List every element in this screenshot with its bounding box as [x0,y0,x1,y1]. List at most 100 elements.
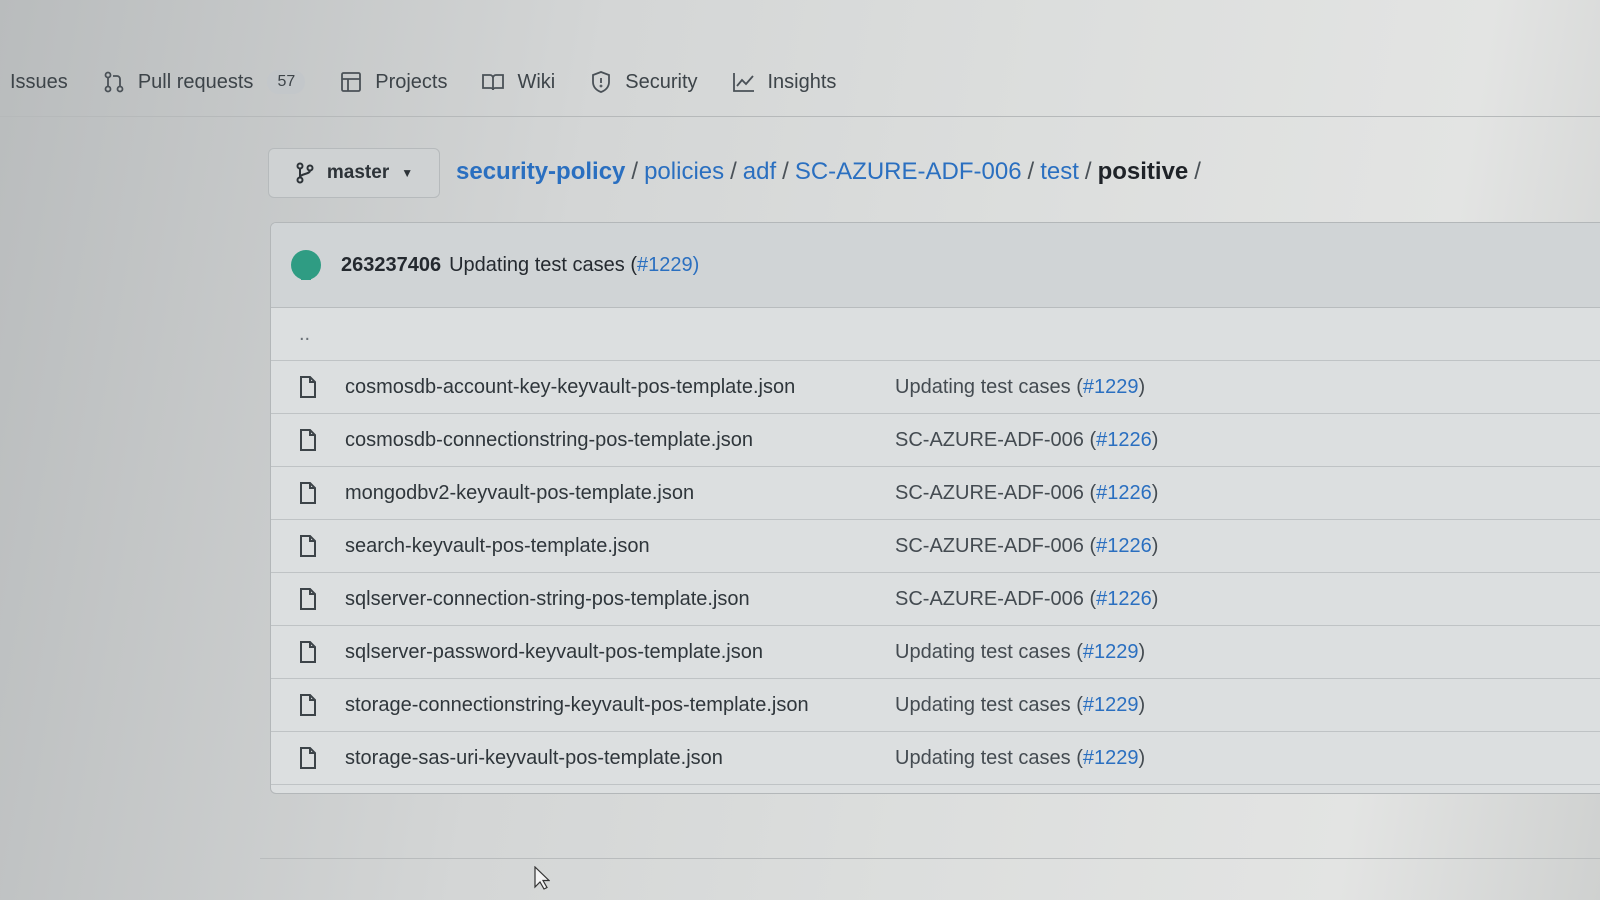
tab-pull-requests[interactable]: Pull requests 57 [102,70,306,94]
file-name-link[interactable]: cosmosdb-account-key-keyvault-pos-templa… [345,376,895,399]
file-commit-message[interactable]: Updating test cases (#1229) [895,694,1145,717]
file-commit-pr-link[interactable]: #1229 [1083,747,1139,769]
file-name-link[interactable]: storage-sas-uri-keyvault-pos-template.js… [345,747,895,770]
book-icon [482,74,505,91]
file-row[interactable]: sqlserver-password-keyvault-pos-template… [271,626,1600,679]
file-name-link[interactable]: sqlserver-password-keyvault-pos-template… [345,641,895,664]
repo-nav: Issues Pull requests 57 Projects Wiki Se… [0,56,870,108]
file-name-link[interactable]: cosmosdb-connectionstring-pos-template.j… [345,429,895,452]
file-commit-text: SC-AZURE-ADF-006 ( [895,428,1097,451]
file-row[interactable]: mongodbv2-keyvault-pos-template.json SC-A… [271,467,1600,520]
file-rows: cosmosdb-account-key-keyvault-pos-templa… [271,361,1600,785]
tab-issues-label: Issues [10,70,68,93]
file-commit-text: Updating test cases ( [895,640,1083,663]
file-commit-close: ) [1151,428,1159,451]
file-commit-close: ) [1151,481,1159,504]
breadcrumb-separator: / [631,158,639,185]
commit-message[interactable]: Updating test cases ( [449,254,637,277]
file-commit-text: SC-AZURE-ADF-006 ( [895,534,1097,557]
commit-pr-link[interactable]: #1229 [637,254,693,277]
breadcrumb-repo-link[interactable]: security-policy [456,158,625,185]
file-icon [300,482,316,504]
breadcrumb-separator: / [1084,158,1092,185]
branch-name: master [326,162,390,183]
file-icon [300,588,316,610]
caret-down-icon: ▼ [401,166,414,180]
file-commit-message[interactable]: SC-AZURE-ADF-006 (#1226) [895,535,1158,558]
file-commit-pr-link[interactable]: #1229 [1083,376,1139,398]
file-commit-message[interactable]: SC-AZURE-ADF-006 (#1226) [895,588,1158,611]
file-commit-pr-link[interactable]: #1226 [1096,588,1152,610]
file-row[interactable]: cosmosdb-connectionstring-pos-template.j… [271,414,1600,467]
file-commit-message[interactable]: Updating test cases (#1229) [895,641,1145,664]
shield-icon [592,71,611,93]
file-name-link[interactable]: storage-connectionstring-keyvault-pos-te… [345,694,895,717]
tab-insights[interactable]: Insights [732,70,837,94]
file-icon [300,694,316,716]
parent-directory-link[interactable]: .. [271,308,1600,361]
nav-divider [0,116,1600,117]
graph-icon [732,73,754,92]
page: Issues Pull requests 57 Projects Wiki Se… [0,0,1600,900]
file-commit-text: Updating test cases ( [895,746,1083,769]
file-commit-pr-link[interactable]: #1226 [1096,535,1152,557]
file-commit-message[interactable]: SC-AZURE-ADF-006 (#1226) [895,429,1158,452]
file-commit-message[interactable]: SC-AZURE-ADF-006 (#1226) [895,482,1158,505]
file-commit-text: SC-AZURE-ADF-006 ( [895,481,1097,504]
file-row[interactable]: cosmosdb-account-key-keyvault-pos-templa… [271,361,1600,414]
avatar[interactable] [291,250,321,280]
file-row[interactable]: storage-sas-uri-keyvault-pos-template.js… [271,732,1600,785]
file-icon [300,535,316,557]
breadcrumb-link-policy-id[interactable]: SC-AZURE-ADF-006 [795,158,1022,185]
breadcrumb-link-test[interactable]: test [1040,158,1079,185]
latest-commit-bar: 263237406 Updating test cases (#1229) [271,223,1600,308]
file-row[interactable]: sqlserver-connection-string-pos-template… [271,573,1600,626]
tab-wiki[interactable]: Wiki [481,70,555,94]
breadcrumb: security-policy / policies / adf / SC-AZURE-AD… [456,158,1207,186]
breadcrumb-separator: / [730,158,737,185]
file-commit-close: ) [1138,693,1146,716]
commit-message-close: ) [692,253,700,276]
breadcrumb-separator: / [782,158,789,185]
file-icon [300,376,316,398]
tab-projects[interactable]: Projects [339,70,447,94]
git-branch-icon [296,162,314,184]
file-commit-text: SC-AZURE-ADF-006 ( [895,587,1097,610]
file-commit-pr-link[interactable]: #1229 [1083,641,1139,663]
commit-sha[interactable]: 263237406 [341,254,441,277]
pull-requests-count: 57 [267,70,306,94]
tab-projects-label: Projects [375,70,448,93]
branch-select-button[interactable]: master ▼ [268,148,440,198]
projects-icon [341,72,362,92]
file-row[interactable]: storage-connectionstring-keyvault-pos-te… [271,679,1600,732]
file-name-link[interactable]: search-keyvault-pos-template.json [345,535,895,558]
file-icon [300,641,316,663]
tab-insights-label: Insights [767,70,837,93]
file-icon [300,429,316,451]
file-list: 263237406 Updating test cases (#1229) ..… [270,222,1600,794]
file-commit-close: ) [1138,640,1146,663]
file-commit-close: ) [1138,375,1146,398]
tab-issues[interactable]: Issues [10,71,68,94]
breadcrumb-separator: / [1194,158,1201,185]
file-commit-pr-link[interactable]: #1226 [1096,482,1152,504]
file-icon [300,747,316,769]
file-commit-text: Updating test cases ( [895,375,1083,398]
breadcrumb-separator: / [1027,158,1035,185]
file-commit-close: ) [1138,746,1146,769]
pull-request-icon [104,71,124,93]
file-commit-close: ) [1151,534,1159,557]
file-name-link[interactable]: mongodbv2-keyvault-pos-template.json [345,482,895,505]
file-commit-pr-link[interactable]: #1226 [1096,429,1152,451]
file-commit-message[interactable]: Updating test cases (#1229) [895,747,1145,770]
file-commit-pr-link[interactable]: #1229 [1083,694,1139,716]
breadcrumb-current: positive [1097,158,1189,185]
mouse-cursor-icon [534,866,550,890]
file-name-link[interactable]: sqlserver-connection-string-pos-template… [345,588,895,611]
breadcrumb-link-adf[interactable]: adf [743,158,776,185]
breadcrumb-link-policies[interactable]: policies [644,158,724,185]
file-commit-message[interactable]: Updating test cases (#1229) [895,376,1145,399]
file-commit-close: ) [1151,587,1159,610]
file-row[interactable]: search-keyvault-pos-template.json SC-AZUR… [271,520,1600,573]
tab-security[interactable]: Security [589,70,698,94]
